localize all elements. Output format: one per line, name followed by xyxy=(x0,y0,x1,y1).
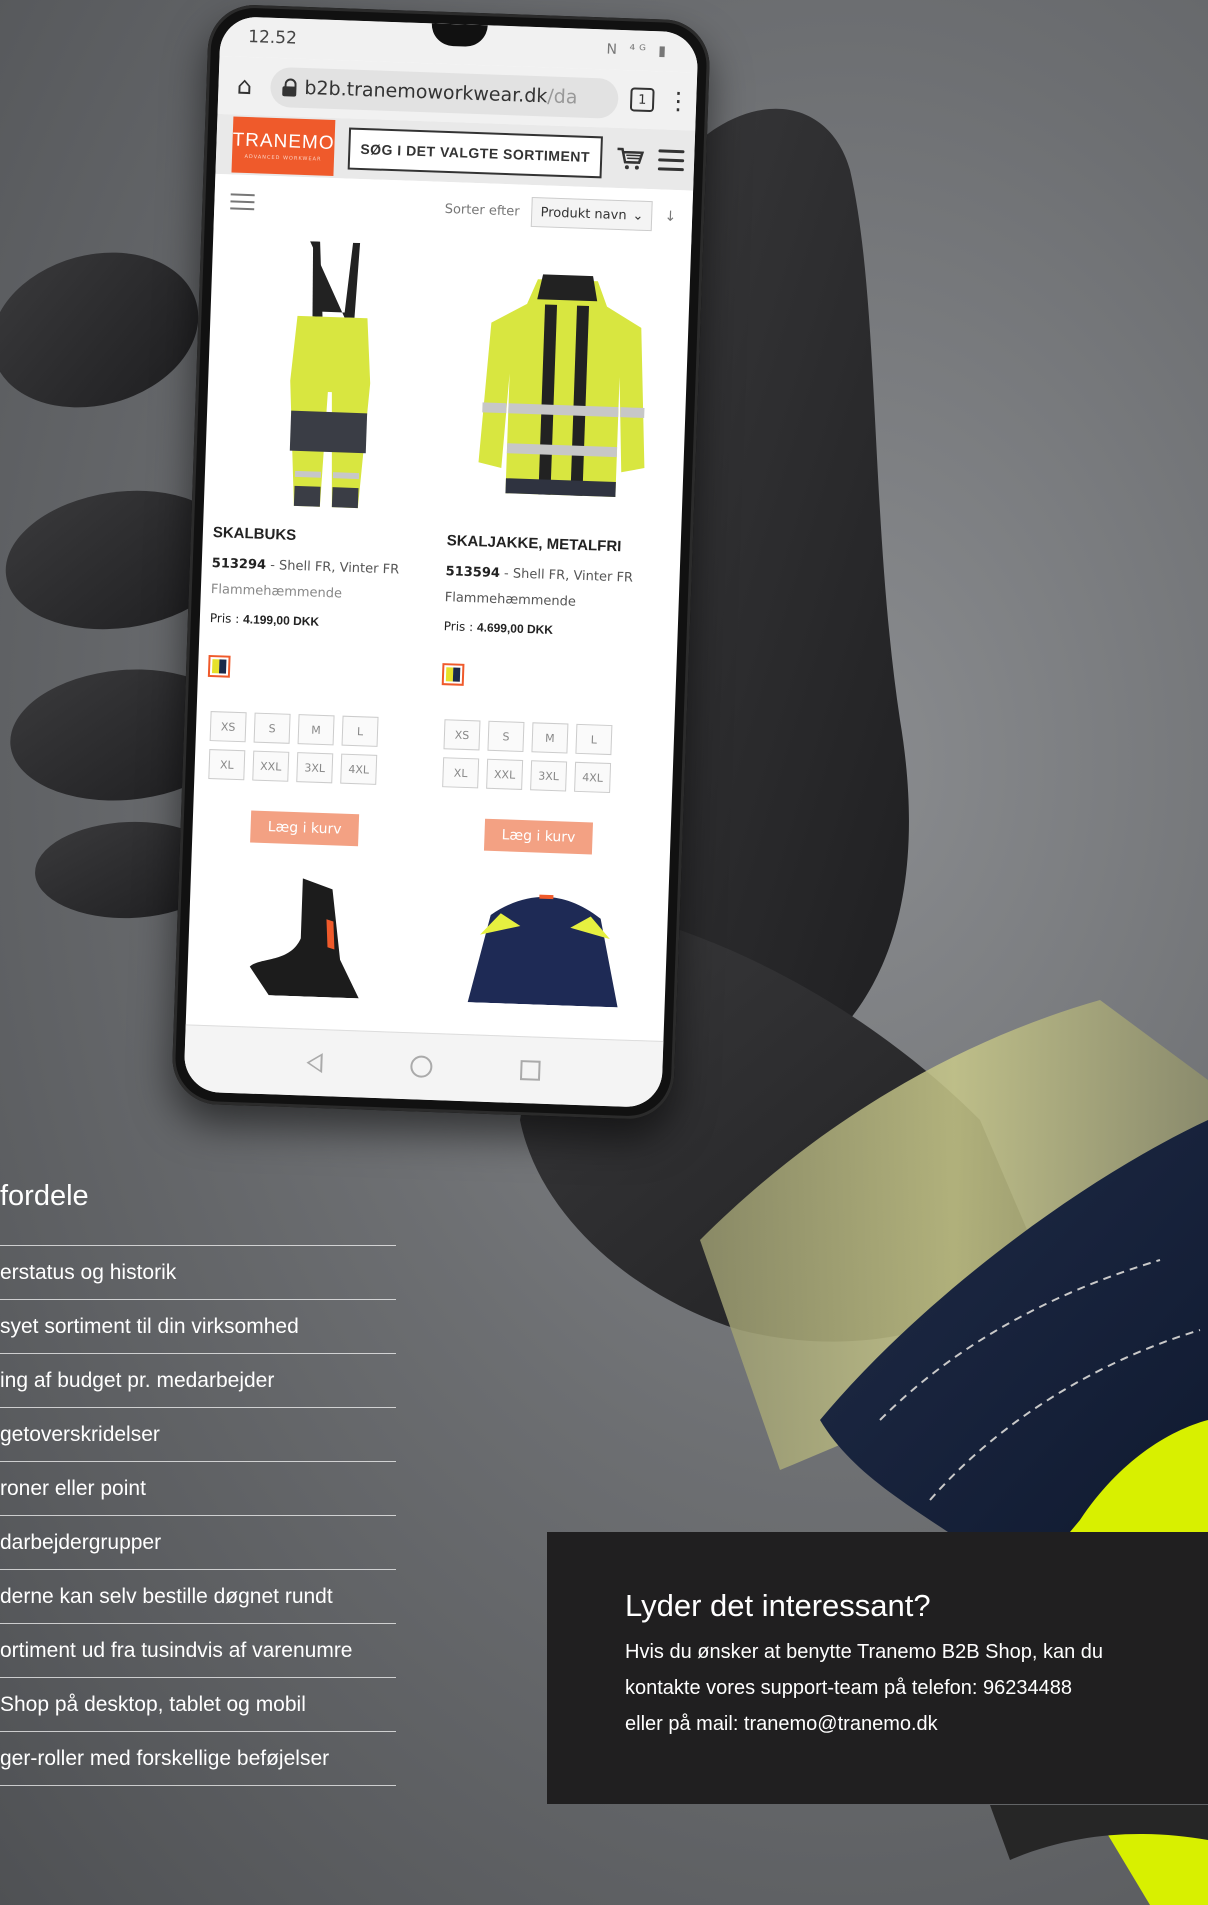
home-icon[interactable]: ⌂ xyxy=(230,71,259,101)
size-option[interactable]: XL xyxy=(442,757,480,789)
size-option[interactable]: 3XL xyxy=(530,760,568,792)
size-option[interactable]: 4XL xyxy=(574,761,612,794)
benefit-item: syet sortiment til din virksomhed xyxy=(0,1300,396,1354)
benefit-item: ortiment ud fra tusindvis af varenumre xyxy=(0,1624,396,1678)
search-assortment-button[interactable]: SØG I DET VALGTE SORTIMENT xyxy=(347,127,603,179)
add-to-cart-button[interactable]: Læg i kurv xyxy=(250,810,360,847)
size-option[interactable]: 3XL xyxy=(296,752,334,784)
product-grid: SKALBUKS 513294 - Shell FR, Vinter FR Fla… xyxy=(192,228,691,857)
sort-label: Sorter efter xyxy=(444,201,520,220)
product-image-sock[interactable] xyxy=(197,875,425,1001)
back-nav-icon[interactable] xyxy=(306,1052,323,1074)
address-bar[interactable]: b2b.tranemoworkwear.dk/da xyxy=(269,66,619,119)
lock-icon xyxy=(282,78,297,96)
benefit-item: ing af budget pr. medarbejder xyxy=(0,1354,396,1408)
benefits-title: fordele xyxy=(0,1180,89,1212)
product-image-jacket[interactable] xyxy=(447,236,681,534)
status-time: 12.52 xyxy=(247,26,298,49)
benefit-item: Shop på desktop, tablet og mobil xyxy=(0,1678,396,1732)
product-description: 513594 - Shell FR, Vinter FR Flammehæmmen… xyxy=(444,564,634,610)
size-option[interactable]: XS xyxy=(443,719,481,751)
size-option[interactable]: XXL xyxy=(252,750,290,782)
product-price: Pris : 4.199,00 DKK xyxy=(209,610,320,629)
size-option[interactable]: S xyxy=(253,712,291,744)
benefit-item: erstatus og historik xyxy=(0,1246,396,1300)
product-card[interactable]: SKALBUKS 513294 - Shell FR, Vinter FR Fla… xyxy=(202,228,447,848)
benefit-item: darbejdergrupper xyxy=(0,1516,396,1570)
contact-text: Hvis du ønsker at benytte Tranemo B2B Sh… xyxy=(625,1641,1104,1735)
home-nav-icon[interactable] xyxy=(409,1055,433,1078)
contact-info-box: Lyder det interessant? Hvis du ønsker at… xyxy=(547,1532,1208,1804)
product-description: 513294 - Shell FR, Vinter FR Flammehæmmen… xyxy=(210,556,400,602)
chevron-down-icon: ⌄ xyxy=(632,207,644,224)
size-option[interactable]: L xyxy=(575,723,613,756)
add-to-cart-button[interactable]: Læg i kurv xyxy=(483,818,594,855)
status-icons: N ⁴ᴳ ▮ xyxy=(606,41,671,60)
sort-direction-icon[interactable]: ↓ xyxy=(664,209,676,225)
android-nav-bar xyxy=(183,1024,664,1109)
size-option[interactable]: S xyxy=(487,720,525,752)
product-card[interactable]: SKALJAKKE, METALFRI 513594 - Shell FR, V… xyxy=(436,236,681,856)
benefit-item: getoverskridelser xyxy=(0,1408,396,1462)
tab-switcher-icon[interactable]: 1 xyxy=(629,87,655,113)
size-option[interactable]: XL xyxy=(208,749,246,781)
size-selector: XS S M L XL XXL 3XL 4XL xyxy=(442,719,664,795)
product-price: Pris : 4.699,00 DKK xyxy=(443,619,554,637)
next-products-row xyxy=(187,874,669,1009)
product-image-sweater[interactable] xyxy=(431,883,659,1009)
contact-title: Lyder det interessant? xyxy=(625,1588,931,1623)
size-option[interactable]: M xyxy=(297,714,335,746)
size-option[interactable]: 4XL xyxy=(340,753,378,785)
size-option[interactable]: L xyxy=(341,715,379,747)
filter-menu-icon[interactable] xyxy=(230,193,255,211)
recent-apps-icon[interactable] xyxy=(519,1060,541,1081)
url-text: b2b.tranemoworkwear.dk/da xyxy=(304,76,578,109)
more-menu-icon[interactable]: ⋮ xyxy=(666,87,691,116)
smartphone: 12.52 N ⁴ᴳ ▮ ⌂ b2b.tranemoworkwear.dk/da… xyxy=(170,3,712,1121)
color-swatch[interactable] xyxy=(207,654,231,678)
size-option[interactable]: M xyxy=(531,722,569,754)
benefit-item: roner eller point xyxy=(0,1462,396,1516)
benefit-item: ger-roller med forskellige beføjelser xyxy=(0,1732,396,1786)
product-title[interactable]: SKALJAKKE, METALFRI xyxy=(446,532,670,557)
tranemo-logo[interactable]: TRANEMO ADVANCED WORKWEAR xyxy=(231,116,336,177)
product-title[interactable]: SKALBUKS xyxy=(213,524,437,549)
size-option[interactable]: XXL xyxy=(486,758,524,790)
benefits-list: erstatus og historik syet sortiment til … xyxy=(0,1245,396,1786)
size-selector: XS S M L XL XXL 3XL 4XL xyxy=(208,711,430,787)
phone-screen: 12.52 N ⁴ᴳ ▮ ⌂ b2b.tranemoworkwear.dk/da… xyxy=(183,15,699,1109)
sort-select[interactable]: Produkt navn ⌄ xyxy=(531,196,653,232)
product-image-trousers[interactable] xyxy=(213,228,447,526)
shopping-cart-icon[interactable] xyxy=(616,146,645,171)
size-option[interactable]: XS xyxy=(209,711,247,743)
color-swatch[interactable] xyxy=(441,663,465,686)
benefit-item: derne kan selv bestille døgnet rundt xyxy=(0,1570,396,1624)
benefits-section: fordele erstatus og historik syet sortim… xyxy=(0,1180,396,1786)
main-menu-icon[interactable] xyxy=(657,148,685,171)
